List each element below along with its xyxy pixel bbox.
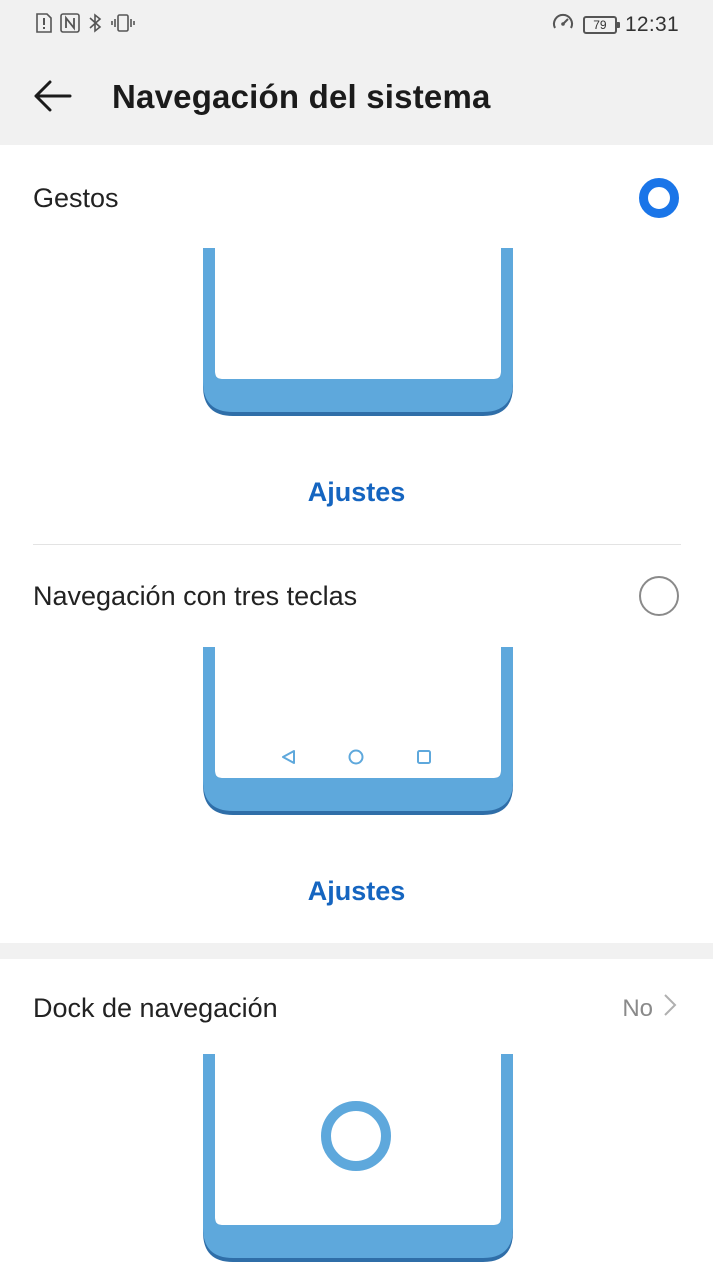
- dock-value: No: [622, 994, 653, 1022]
- dock-label: Dock de navegación: [33, 993, 278, 1023]
- status-time: 12:31: [624, 12, 679, 36]
- gestures-option[interactable]: Gestos Ajustes: [0, 145, 713, 545]
- battery-level: 79: [593, 17, 607, 32]
- dock-value-link[interactable]: No: [622, 993, 677, 1024]
- gestures-illustration: [201, 248, 515, 423]
- home-key-icon: [348, 749, 364, 765]
- chevron-right-icon: [663, 993, 677, 1024]
- gestures-radio[interactable]: [639, 178, 679, 218]
- app-bar: Navegación del sistema: [0, 52, 713, 145]
- battery-icon: 79: [582, 15, 620, 34]
- status-left-icons: [36, 13, 136, 38]
- status-bar: 79 12:31: [0, 0, 713, 52]
- three-key-radio[interactable]: [639, 576, 679, 616]
- three-key-illustration: [201, 647, 515, 822]
- gestures-settings-link[interactable]: Ajustes: [0, 477, 713, 508]
- back-button[interactable]: [30, 76, 74, 120]
- dock-option[interactable]: Dock de navegación No: [0, 959, 713, 1280]
- data-saver-icon: [551, 10, 575, 39]
- dock-illustration: [201, 1054, 515, 1269]
- alert-icon: [36, 13, 52, 38]
- bluetooth-icon: [88, 13, 102, 38]
- status-right-icons: 79 12:31: [551, 10, 679, 39]
- three-key-option[interactable]: Navegación con tres teclas Ajustes: [0, 545, 713, 943]
- arrow-left-icon: [32, 80, 72, 117]
- three-key-settings-link[interactable]: Ajustes: [0, 876, 713, 907]
- dock-button-icon: [321, 1101, 391, 1171]
- nfc-icon: [60, 13, 80, 38]
- recents-key-icon: [417, 750, 431, 764]
- vibrate-icon: [110, 13, 136, 38]
- gestures-label: Gestos: [33, 183, 119, 213]
- back-key-icon: [282, 750, 295, 764]
- section-separator: [0, 943, 713, 959]
- page-title: Navegación del sistema: [112, 78, 491, 115]
- three-key-label: Navegación con tres teclas: [33, 581, 358, 611]
